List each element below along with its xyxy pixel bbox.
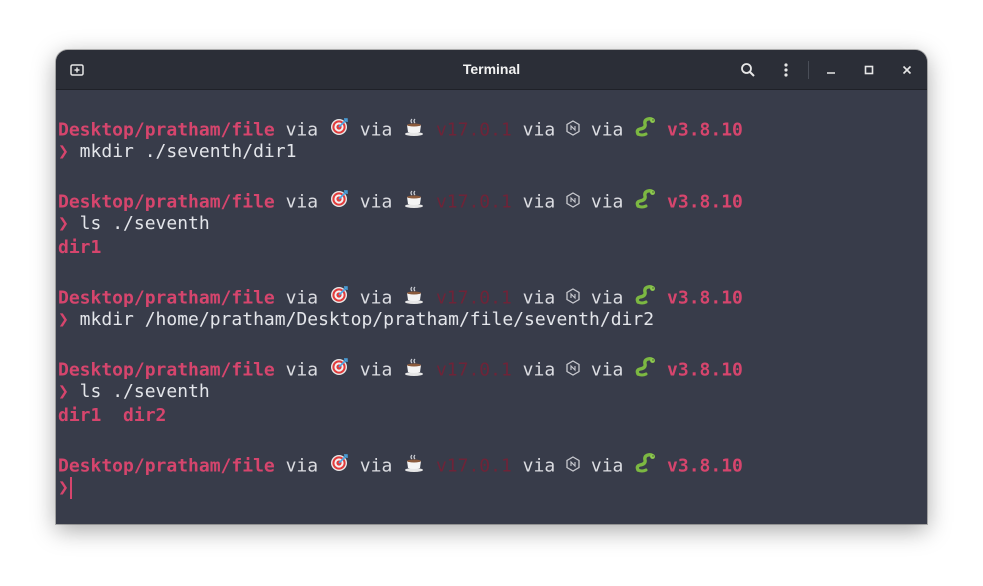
via-text: via [274,287,329,309]
snake-icon [634,116,656,145]
command-line[interactable]: ❯ ls ./seventh [58,380,210,404]
search-icon[interactable] [735,57,761,83]
command-line[interactable]: ❯ mkdir ./seventh/dir1 [58,140,296,164]
node-hex-icon [566,191,580,215]
minimize-icon[interactable] [818,57,844,83]
via-text: via [511,359,567,381]
target-icon [329,189,349,216]
python-version: v3.8.10 [656,455,743,477]
titlebar-separator [808,61,809,79]
prompt-line: Desktop/pratham/file via via v17.0.1 via… [58,116,743,143]
output-line: dir1 dir2 [58,404,166,428]
target-icon [329,357,349,384]
java-version: v17.0.1 [425,455,512,477]
via-text: via [348,359,404,381]
command-line[interactable]: ❯ mkdir /home/pratham/Desktop/pratham/fi… [58,308,654,332]
java-version: v17.0.1 [425,359,512,381]
coffee-icon [403,117,425,144]
python-version: v3.8.10 [656,359,743,381]
via-text: via [580,359,635,381]
output-text: dir1 [58,237,102,258]
java-version: v17.0.1 [425,191,512,213]
java-version: v17.0.1 [425,287,512,309]
via-text: via [580,119,635,141]
via-text: via [348,191,404,213]
via-text: via [511,119,567,141]
via-text: via [511,287,567,309]
prompt-chevron: ❯ [58,309,69,330]
via-text: via [580,191,635,213]
prompt-line: Desktop/pratham/file via via v17.0.1 via… [58,356,743,383]
new-tab-icon[interactable] [64,57,90,83]
via-text: via [348,455,404,477]
node-hex-icon [566,359,580,383]
via-text: via [274,359,329,381]
command-text: mkdir /home/pratham/Desktop/pratham/file… [68,309,655,330]
prompt-line: Desktop/pratham/file via via v17.0.1 via… [58,452,743,479]
via-text: via [274,455,329,477]
via-text: via [580,287,635,309]
target-icon [329,117,349,144]
prompt-line: Desktop/pratham/file via via v17.0.1 via… [58,188,743,215]
close-icon[interactable] [894,57,920,83]
node-hex-icon [566,287,580,311]
python-version: v3.8.10 [656,119,743,141]
prompt-path: Desktop/pratham/file [58,287,275,309]
via-text: via [580,455,635,477]
prompt-chevron: ❯ [58,141,69,162]
prompt-chevron: ❯ [58,213,69,234]
via-text: via [511,191,567,213]
kebab-menu-icon[interactable] [773,57,799,83]
prompt-line: Desktop/pratham/file via via v17.0.1 via… [58,284,743,311]
via-text: via [511,455,567,477]
prompt-chevron: ❯ [58,381,69,402]
prompt-chevron: ❯ [58,477,69,498]
via-text: via [274,191,329,213]
snake-icon [634,356,656,385]
maximize-icon[interactable] [856,57,882,83]
terminal-window: Terminal Desktop/pratham/file via via v1… [56,50,927,524]
command-text: mkdir ./seventh/dir1 [68,141,297,162]
prompt-path: Desktop/pratham/file [58,359,275,381]
snake-icon [634,452,656,481]
titlebar: Terminal [56,50,927,90]
coffee-icon [403,453,425,480]
coffee-icon [403,357,425,384]
command-line[interactable]: ❯ ls ./seventh [58,212,210,236]
node-hex-icon [566,119,580,143]
via-text: via [348,119,404,141]
prompt-path: Desktop/pratham/file [58,455,275,477]
coffee-icon [403,189,425,216]
python-version: v3.8.10 [656,191,743,213]
java-version: v17.0.1 [425,119,512,141]
text-cursor [69,477,72,499]
command-text: ls ./seventh [68,213,210,234]
via-text: via [348,287,404,309]
terminal-output[interactable]: Desktop/pratham/file via via v17.0.1 via… [56,90,927,524]
prompt-path: Desktop/pratham/file [58,191,275,213]
output-text: dir1 dir2 [58,405,167,426]
snake-icon [634,188,656,217]
node-hex-icon [566,455,580,479]
python-version: v3.8.10 [656,287,743,309]
target-icon [329,453,349,480]
output-line: dir1 [58,236,101,260]
command-line[interactable]: ❯ [58,476,72,500]
via-text: via [274,119,329,141]
prompt-path: Desktop/pratham/file [58,119,275,141]
command-text: ls ./seventh [68,381,210,402]
